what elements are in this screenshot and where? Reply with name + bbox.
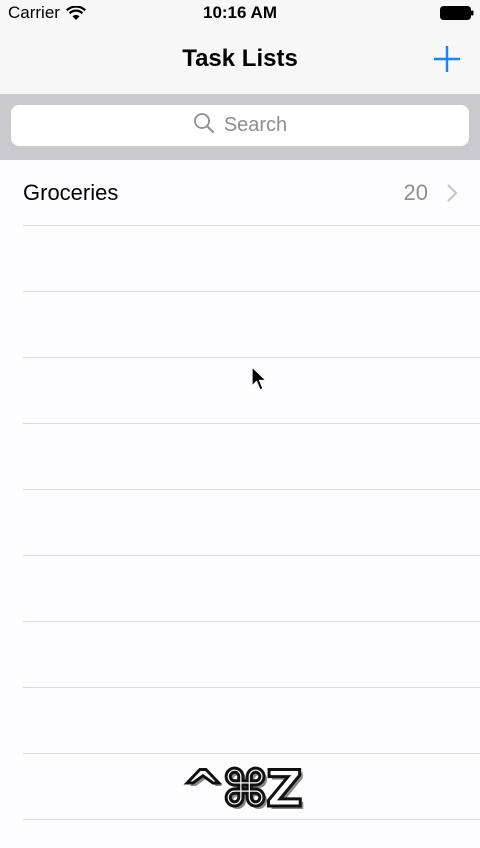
screen: Carrier 10:16 AM Task Lists Search Groce…	[0, 0, 480, 848]
list-item-label: Groceries	[23, 180, 119, 205]
chevron-right-icon	[446, 183, 458, 203]
empty-row	[0, 226, 480, 292]
empty-row	[0, 556, 480, 622]
battery-icon	[440, 6, 474, 20]
empty-row	[0, 424, 480, 490]
empty-row	[0, 490, 480, 556]
task-list-table: Groceries 20	[0, 160, 480, 820]
search-input[interactable]: Search	[11, 105, 469, 146]
status-time: 10:16 AM	[202, 3, 277, 22]
empty-row	[0, 688, 480, 754]
keyboard-shortcut-overlay: ^⌘Z	[181, 759, 305, 820]
empty-row	[0, 358, 480, 424]
status-bar: Carrier 10:16 AM	[0, 0, 480, 28]
row-separator	[23, 819, 480, 820]
empty-row	[0, 622, 480, 688]
search-icon	[193, 112, 215, 139]
navigation-bar: Task Lists	[0, 28, 480, 94]
list-item-count: 20	[403, 180, 428, 205]
mouse-pointer-icon	[251, 365, 269, 392]
search-placeholder: Search	[223, 114, 288, 136]
plus-icon	[434, 46, 460, 72]
add-list-button[interactable]	[432, 44, 462, 74]
page-title: Task Lists	[182, 45, 298, 72]
search-bar: Search	[0, 94, 480, 160]
list-item-groceries[interactable]: Groceries 20	[0, 160, 480, 226]
empty-row	[0, 292, 480, 358]
